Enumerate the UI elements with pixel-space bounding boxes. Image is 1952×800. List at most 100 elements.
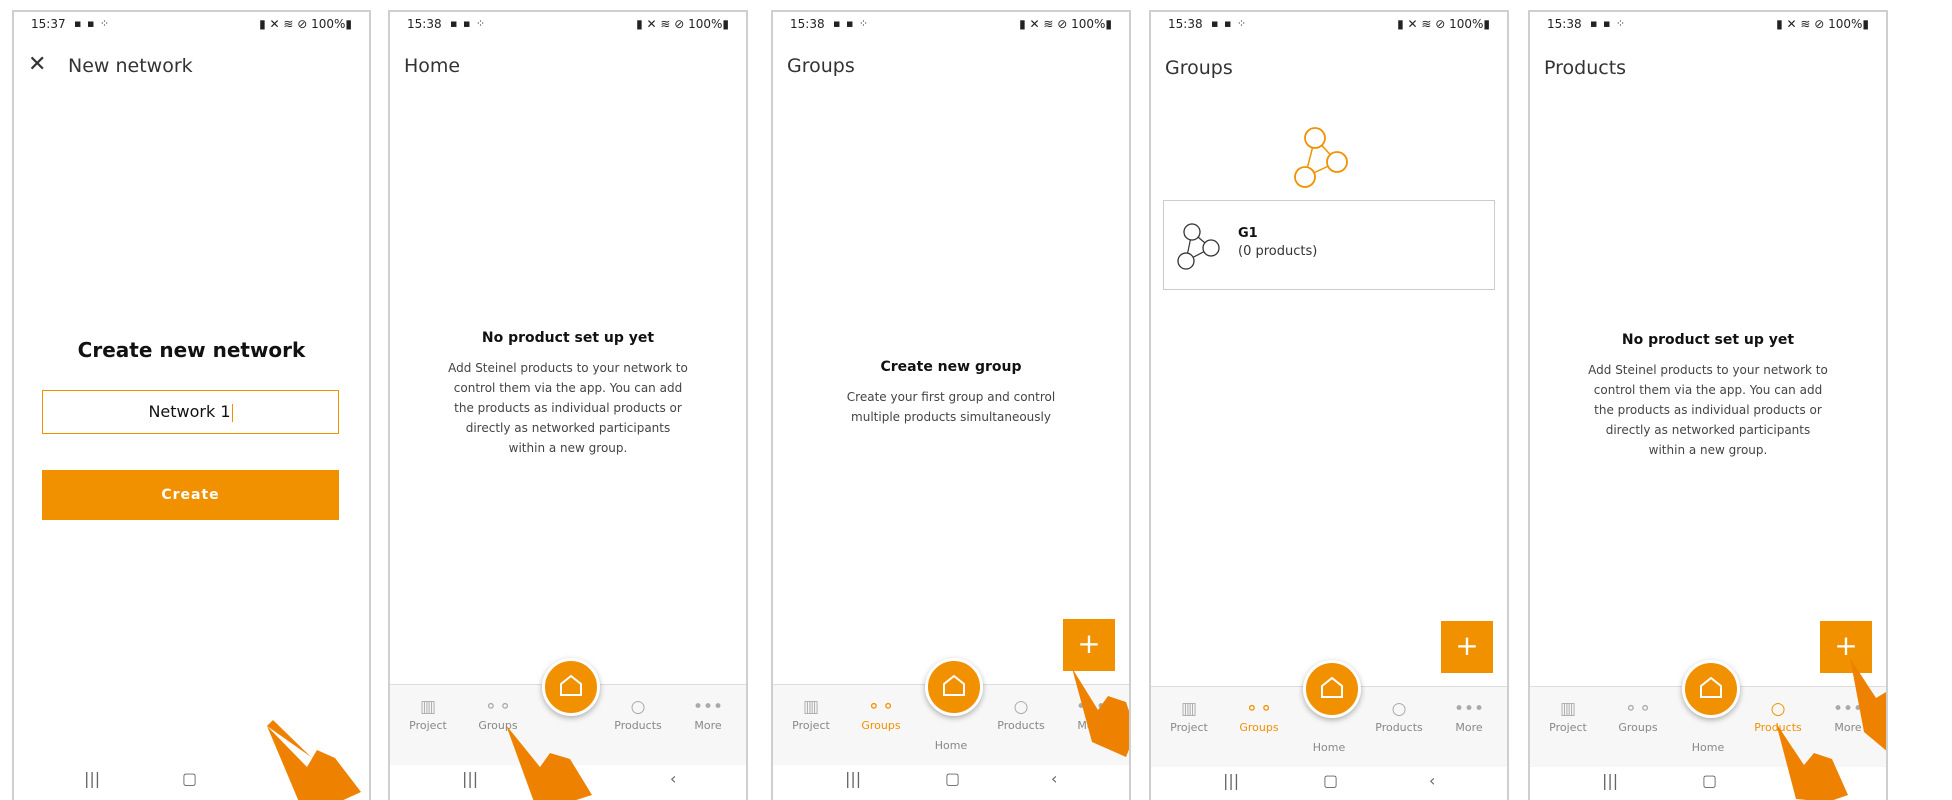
status-battery: ▮ ✕ ≋ ⊘ 100%▮ (1397, 17, 1490, 31)
system-nav: ||| ▢ ‹ (1151, 771, 1507, 800)
more-icon: ••• (1453, 699, 1485, 719)
home-system-icon[interactable]: ▢ (1702, 771, 1717, 790)
groups-icon: ⚬⚬ (1244, 699, 1274, 719)
status-bar: 15:38 ▪ ▪ ⁘ ▮ ✕ ≋ ⊘ 100%▮ (1168, 17, 1490, 33)
empty-state: No product set up yet Add Steinel produc… (1530, 332, 1886, 460)
nav-groups[interactable]: ⚬⚬ Groups (1608, 697, 1668, 734)
nav-products[interactable]: ○Products (991, 695, 1051, 732)
status-time: 15:38 (1547, 17, 1582, 31)
empty-state: Create new group Create your first group… (773, 359, 1129, 427)
close-icon[interactable]: ✕ (28, 52, 46, 77)
nav-groups[interactable]: ⚬⚬ Groups (1229, 697, 1289, 734)
status-time: 15:38 (1168, 17, 1203, 31)
recent-apps-icon[interactable]: ||| (1602, 771, 1618, 790)
recent-apps-icon[interactable]: ||| (1223, 771, 1239, 790)
status-time: 15:38 (790, 17, 825, 31)
pointing-hand-icon (1776, 723, 1848, 800)
empty-state-title: Create new group (880, 359, 1022, 375)
home-button[interactable] (925, 658, 983, 716)
recent-apps-icon[interactable]: ||| (84, 769, 100, 788)
groups-icon: ⚬⚬ (1623, 699, 1653, 719)
network-name-value: Network 1 (148, 402, 231, 421)
pointing-hand-icon (506, 725, 592, 800)
back-icon[interactable]: ‹ (1051, 769, 1057, 788)
empty-state: No product set up yet Add Steinel produc… (390, 330, 746, 458)
nav-home[interactable]: Home (1299, 741, 1359, 754)
empty-state-text: Create your first group and control mult… (846, 390, 1056, 424)
nav-groups[interactable]: ⚬⚬ Groups (851, 695, 911, 732)
home-icon (943, 674, 965, 696)
nav-project[interactable]: ▥ Project (1538, 697, 1598, 734)
products-icon: ○ (630, 697, 646, 717)
create-network-heading: Create new network (77, 338, 306, 362)
page-title: Products (1544, 57, 1627, 79)
home-button[interactable] (1303, 660, 1361, 718)
home-icon (1700, 676, 1722, 698)
home-icon (560, 674, 582, 696)
add-group-button[interactable]: + (1441, 621, 1493, 673)
status-battery: ▮ ✕ ≋ ⊘ 100%▮ (1776, 17, 1869, 31)
nav-home[interactable]: Home (921, 739, 981, 752)
groups-icon: ⚬⚬ (866, 697, 896, 717)
group-name: G1 (1238, 226, 1258, 241)
notification-icons: ▪ ▪ ⁘ (450, 17, 487, 30)
status-bar: 15:38 ▪ ▪ ⁘ ▮ ✕ ≋ ⊘ 100%▮ (1547, 17, 1869, 33)
empty-state-text: Add Steinel products to your network to … (1588, 363, 1828, 457)
status-bar: 15:37 ▪ ▪ ⁘ ▮ ✕ ≋ ⊘ 100%▮ (31, 17, 352, 33)
group-icon (1177, 223, 1220, 270)
empty-state-title: No product set up yet (481, 330, 655, 346)
group-product-count: (0 products) (1238, 244, 1318, 259)
group-network-icon (1294, 127, 1348, 188)
screen-home: 15:38 ▪ ▪ ⁘ ▮ ✕ ≋ ⊘ 100%▮ Home No produc… (388, 10, 748, 800)
empty-state-text: Add Steinel products to your network to … (448, 361, 688, 455)
text-caret (231, 403, 233, 422)
home-system-icon[interactable]: ▢ (945, 769, 960, 788)
home-button[interactable] (542, 658, 600, 716)
nav-more[interactable]: •••More (678, 695, 738, 732)
create-button[interactable]: Create (42, 470, 339, 520)
empty-state-title: No product set up yet (1621, 332, 1795, 348)
status-bar: 15:38 ▪ ▪ ⁘ ▮ ✕ ≋ ⊘ 100%▮ (790, 17, 1112, 33)
back-icon[interactable]: ‹ (670, 769, 676, 788)
building-icon: ▥ (419, 697, 437, 717)
nav-project[interactable]: ▥ Project (1159, 697, 1219, 734)
nav-products[interactable]: ○Products (608, 695, 668, 732)
notification-icons: ▪ ▪ ⁘ (1590, 17, 1627, 30)
status-bar: 15:38 ▪ ▪ ⁘ ▮ ✕ ≋ ⊘ 100%▮ (407, 17, 729, 33)
home-icon (1321, 676, 1343, 698)
screen-new-network: 15:37 ▪ ▪ ⁘ ▮ ✕ ≋ ⊘ 100%▮ ✕ New network … (12, 10, 371, 800)
products-icon: ○ (1391, 699, 1407, 719)
pointing-hand-icon (267, 720, 361, 800)
page-title: New network (68, 55, 193, 77)
page-title: Home (404, 55, 461, 77)
home-system-icon[interactable]: ▢ (182, 769, 197, 788)
page-title: Groups (1165, 57, 1233, 79)
notification-icons: ▪ ▪ ⁘ (74, 17, 111, 30)
more-icon: ••• (692, 697, 724, 717)
page-title: Groups (787, 55, 855, 77)
notification-icons: ▪ ▪ ⁘ (833, 17, 870, 30)
nav-home[interactable]: Home (1678, 741, 1738, 754)
back-icon[interactable]: ‹ (1429, 771, 1435, 790)
groups-icon: ⚬⚬ (483, 697, 513, 717)
recent-apps-icon[interactable]: ||| (845, 769, 861, 788)
status-battery: ▮ ✕ ≋ ⊘ 100%▮ (636, 17, 729, 31)
screen-products: 15:38 ▪ ▪ ⁘ ▮ ✕ ≋ ⊘ 100%▮ Products No pr… (1528, 10, 1888, 800)
status-battery: ▮ ✕ ≋ ⊘ 100%▮ (1019, 17, 1112, 31)
nav-products[interactable]: ○Products (1369, 697, 1429, 734)
nav-more[interactable]: •••More (1439, 697, 1499, 734)
recent-apps-icon[interactable]: ||| (462, 769, 478, 788)
building-icon: ▥ (1180, 699, 1198, 719)
status-time: 15:37 (31, 17, 66, 31)
home-system-icon[interactable]: ▢ (1323, 771, 1338, 790)
notification-icons: ▪ ▪ ⁘ (1211, 17, 1248, 30)
screen-groups-list: 15:38 ▪ ▪ ⁘ ▮ ✕ ≋ ⊘ 100%▮ Groups G1 (0 p… (1149, 10, 1509, 800)
pointing-hand-icon (1850, 658, 1886, 751)
building-icon: ▥ (1559, 699, 1577, 719)
nav-project[interactable]: ▥ Project (781, 695, 841, 732)
building-icon: ▥ (802, 697, 820, 717)
group-card[interactable]: G1 (0 products) (1163, 200, 1495, 290)
nav-project[interactable]: ▥ Project (398, 695, 458, 732)
network-name-input[interactable]: Network 1 (42, 390, 339, 434)
home-button[interactable] (1682, 660, 1740, 718)
